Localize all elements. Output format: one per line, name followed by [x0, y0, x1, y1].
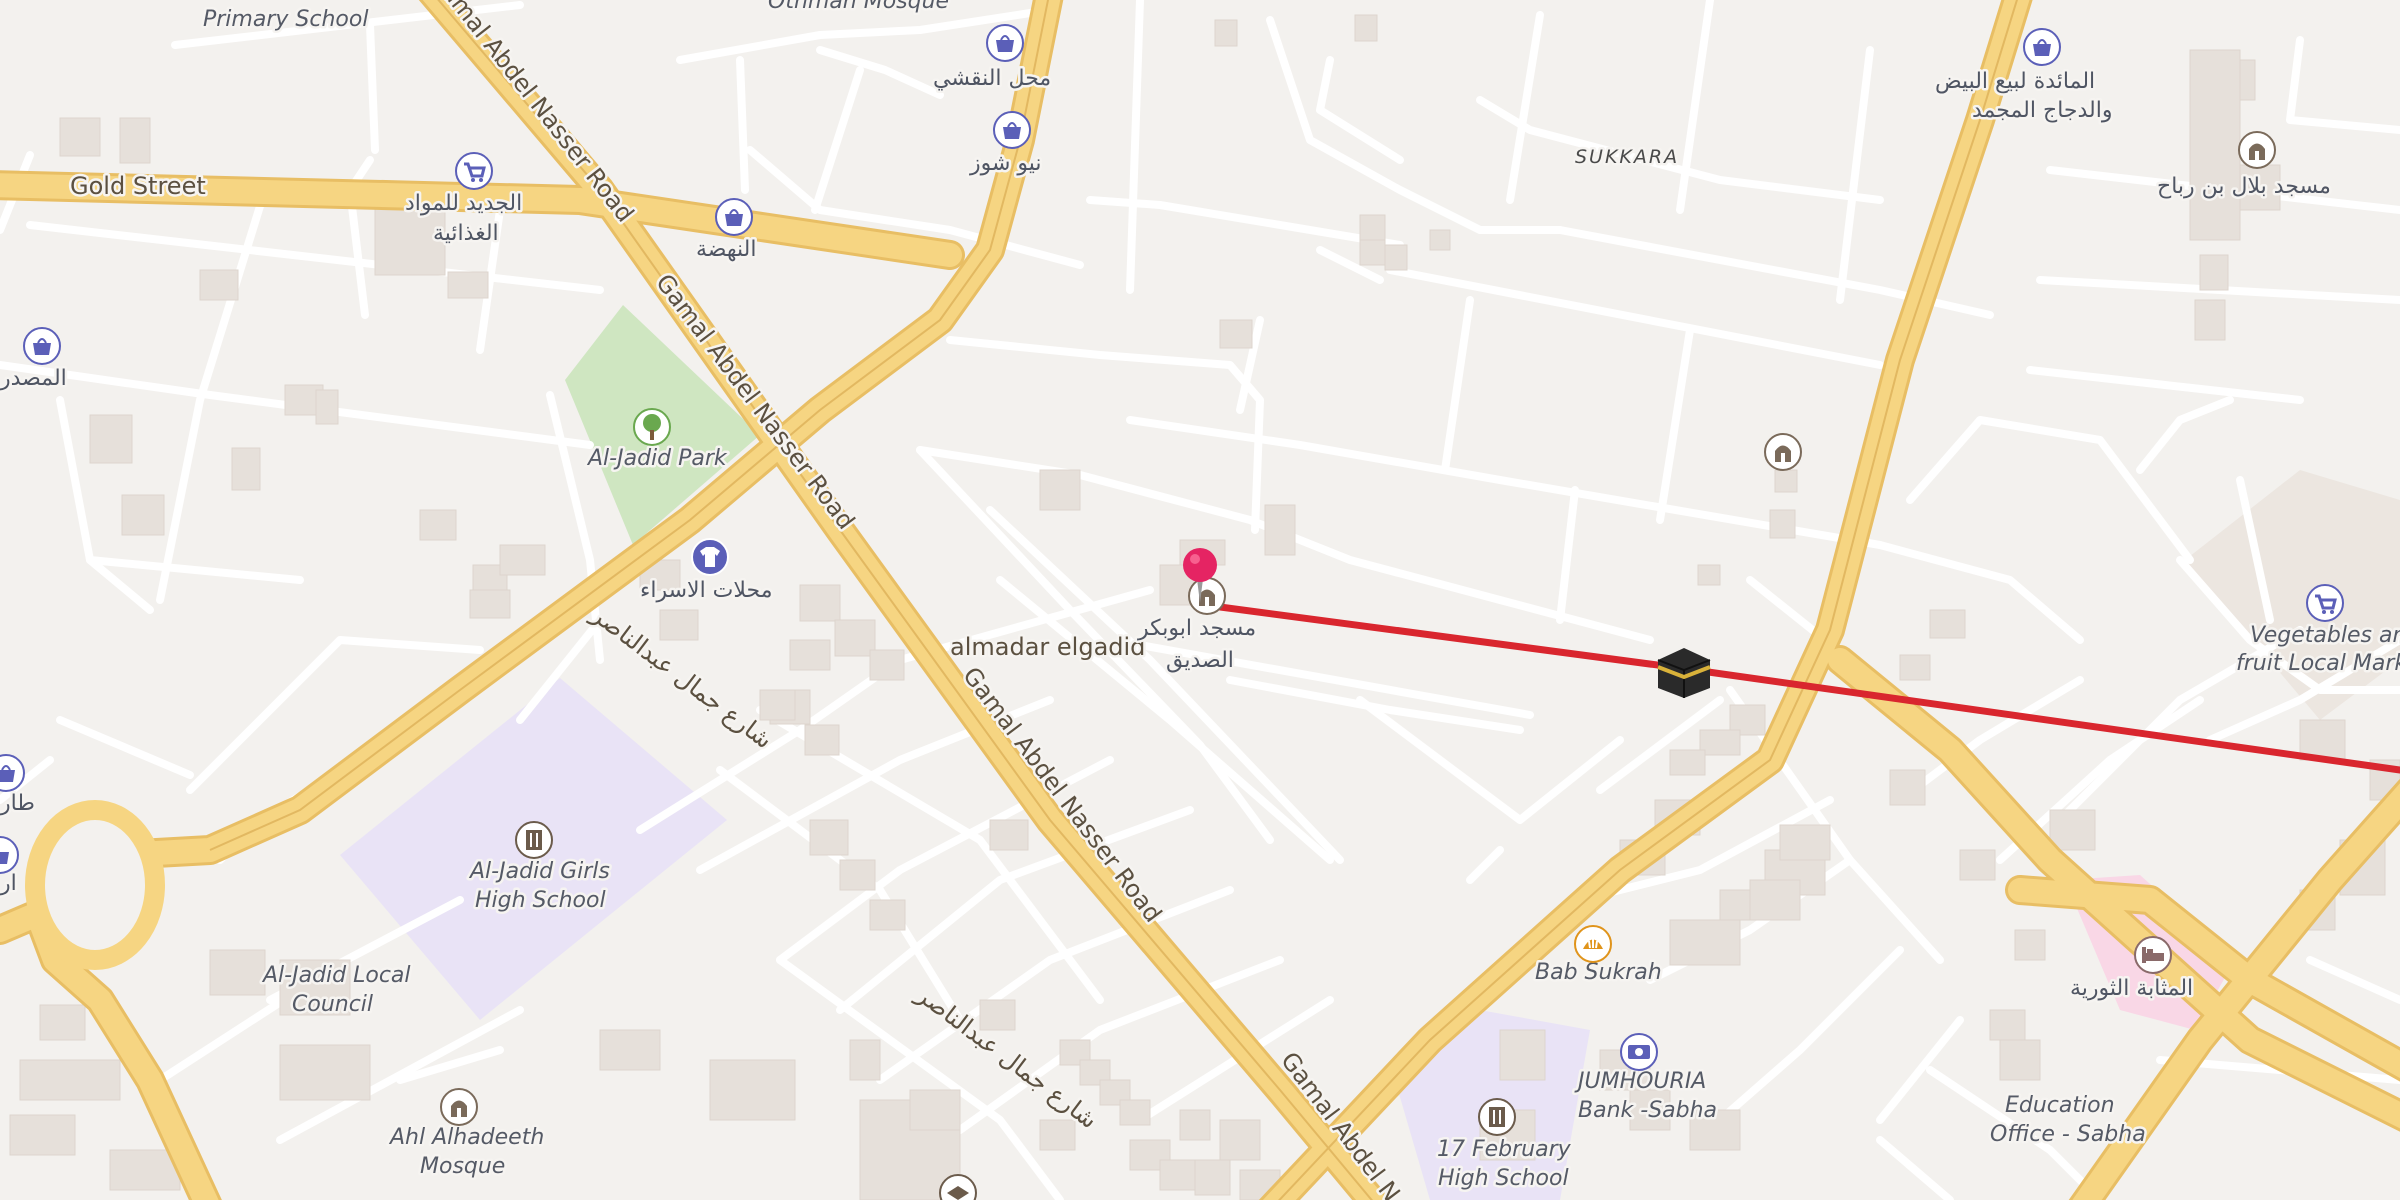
- school-icon[interactable]: [515, 821, 553, 859]
- shopping-bag-icon[interactable]: [2023, 28, 2061, 66]
- tree-icon[interactable]: [633, 408, 671, 446]
- othman-mosque-label: Othman Mosque: [768, 0, 949, 14]
- tshirt-icon[interactable]: [691, 538, 729, 576]
- gold-street-label: Gold Street: [70, 172, 206, 200]
- almadar-road-label: almadar elgadid: [950, 633, 1145, 661]
- feb17-label-2: High School: [1438, 1166, 1569, 1191]
- mosque-icon[interactable]: [1764, 433, 1802, 471]
- shopping-cart-icon[interactable]: [455, 152, 493, 190]
- jadeed-food-label-1: الجديد للمواد: [405, 191, 522, 216]
- roundabout: [25, 800, 165, 970]
- bilal-mosque-label: مسجد بلال بن رباح: [2157, 174, 2331, 199]
- map-canvas[interactable]: Gold Street Gamal Abdel Nasser Road Gama…: [0, 0, 2400, 1200]
- mosque-icon[interactable]: [2238, 131, 2276, 169]
- girls-school-label-1: Al-Jadid Girls: [468, 859, 610, 884]
- shopping-bag-icon[interactable]: [23, 327, 61, 365]
- mahal-naqshi-label: محل النقشي: [933, 66, 1051, 91]
- abubakr-label-1: مسجد ابوبكر: [1137, 616, 1256, 641]
- feb17-label-1: 17 February: [1437, 1137, 1572, 1162]
- asraa-shops-label: محلات الاسراء: [640, 578, 773, 603]
- abubakr-label-2: الصديق: [1166, 648, 1234, 673]
- bab-sukrah-label: Bab Sukrah: [1535, 960, 1662, 985]
- education-label-1: Education: [2005, 1093, 2115, 1118]
- shopping-cart-icon[interactable]: [2306, 584, 2344, 622]
- local-council-label-2: Council: [292, 992, 373, 1017]
- district-label: SUKKARA: [1575, 146, 1679, 168]
- masdar-label: المصدر: [0, 366, 67, 391]
- bank-icon[interactable]: [1620, 1033, 1658, 1071]
- mathaba-label: المثابة الثورية: [2070, 976, 2193, 1001]
- primary-school-label: Primary School: [203, 7, 368, 32]
- maida-label-1: المائدة لبيع البيض: [1935, 69, 2095, 94]
- left-cut-label-1: طار: [0, 791, 35, 816]
- mosque-icon[interactable]: [440, 1088, 478, 1126]
- girls-school-label-2: High School: [475, 888, 606, 913]
- jadid-park-label: Al-Jadid Park: [586, 446, 728, 471]
- vegetables-label-2: fruit Local Mark: [2236, 651, 2400, 676]
- ahl-mosque-label-2: Mosque: [420, 1154, 505, 1179]
- vegetables-label-1: Vegetables and: [2250, 623, 2400, 648]
- education-label-2: Office - Sabha: [1990, 1122, 2146, 1147]
- left-cut-label-2: ار: [0, 871, 17, 896]
- bakery-icon[interactable]: [1574, 925, 1612, 963]
- shopping-bag-icon[interactable]: [715, 198, 753, 236]
- maida-label-2: والدجاج المجمد: [1972, 98, 2113, 123]
- nahda-label: النهضة: [696, 237, 756, 262]
- bank-label-2: Bank -Sabha: [1578, 1098, 1717, 1123]
- ahl-mosque-label-1: Ahl Alhadeeth: [388, 1125, 544, 1150]
- local-council-label-1: Al-Jadid Local: [261, 963, 411, 988]
- shopping-bag-icon[interactable]: [986, 24, 1024, 62]
- school-icon[interactable]: [1478, 1098, 1516, 1136]
- bed-icon[interactable]: [2134, 936, 2172, 974]
- shopping-bag-icon[interactable]: [993, 111, 1031, 149]
- bank-label-1: JUMHOURIA: [1574, 1069, 1706, 1094]
- mosque-icon[interactable]: [1188, 577, 1226, 615]
- new-shoes-label: نيو شوز: [969, 151, 1042, 176]
- jadeed-food-label-2: الغذائية: [433, 221, 499, 246]
